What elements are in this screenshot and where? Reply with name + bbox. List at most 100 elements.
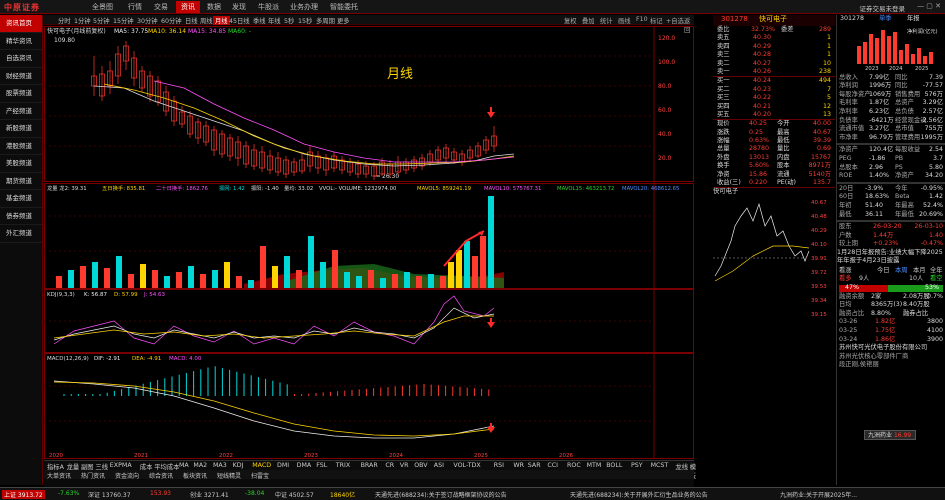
bid-row[interactable]: 买一 40.24 494 [713, 77, 835, 85]
period-tab[interactable]: 15分钟 [113, 16, 134, 25]
ask-row[interactable]: 卖三 40.28 1 [713, 51, 835, 59]
bid-row[interactable]: 买二 40.23 7 [713, 86, 835, 94]
indicator-tab[interactable]: BOLL [606, 462, 622, 469]
f10-button[interactable]: F10 [636, 16, 648, 23]
period-tab[interactable]: 30分钟 [137, 16, 158, 25]
indicator-tab[interactable]: MACD [252, 462, 271, 469]
news-ticker-1[interactable]: 天通先进(688234):关于签订战略框架协议的公告 [375, 490, 507, 499]
sidebar-item-hk[interactable]: 港股频道 [0, 138, 42, 155]
tab-quarter[interactable]: 单季 [879, 15, 892, 24]
sidebar-item-futures[interactable]: 期货频道 [0, 173, 42, 190]
nav-data[interactable]: 数据 [207, 2, 221, 12]
svg-text:80.0: 80.0 [658, 83, 672, 90]
nav-business[interactable]: 业务办理 [290, 2, 318, 12]
indicator-tab[interactable]: BRAR [361, 462, 378, 469]
window-controls[interactable]: — ▢ ✕ [917, 2, 941, 10]
volume-bar [284, 256, 290, 288]
ask-row[interactable]: 卖二 40.27 10 [713, 60, 835, 68]
mark-button[interactable]: 标记 [650, 16, 663, 25]
overlay-button[interactable]: 叠加 [582, 16, 595, 25]
period-tab[interactable]: 季线 [253, 16, 266, 25]
indicator-tab[interactable]: CCI [547, 462, 558, 469]
stats-button[interactable]: 统计 [600, 16, 613, 25]
ask-row[interactable]: 卖四 40.29 1 [713, 43, 835, 51]
indicator-tab[interactable]: DMI [277, 462, 289, 469]
indicator-tab[interactable]: MA [179, 462, 189, 469]
sidebar-item-us[interactable]: 美股频道 [0, 155, 42, 173]
sh-index[interactable]: 上证 3913.72 [2, 490, 45, 499]
period-tab[interactable]: 5分钟 [93, 16, 110, 25]
sidebar-item-finance[interactable]: 财经频道 [0, 68, 42, 85]
period-tab[interactable]: 60分钟 [161, 16, 182, 25]
ask-row[interactable]: 卖一 40.26 238 [713, 68, 835, 76]
kline-svg[interactable]: 快可电子(月线前复权) MA5: 37.75 MA10: 36.14 MA15:… [44, 26, 694, 459]
indicator-tab[interactable]: VOL-TDX [453, 462, 480, 469]
period-tab[interactable]: 周线 [200, 16, 213, 25]
kline-chart-area[interactable]: 快可电子(月线前复权) MA5: 37.75 MA10: 36.14 MA15:… [44, 26, 694, 459]
period-tab[interactable]: 日线 [185, 16, 198, 25]
indicator-tab[interactable]: PSY [631, 462, 643, 469]
sidebar-item-funds[interactable]: 基金频道 [0, 190, 42, 208]
sidebar-item-bonds[interactable]: 债券频道 [0, 208, 42, 225]
period-tab[interactable]: 45日线 [229, 16, 250, 25]
bid-row[interactable]: 买四 40.21 12 [713, 103, 835, 111]
indicator-tab[interactable]: SAR [528, 462, 541, 469]
indicator-tab[interactable]: KDJ [233, 462, 244, 469]
sidebar-item-stocks[interactable]: 股票频道 [0, 85, 42, 103]
tab-annual[interactable]: 年报 [907, 15, 920, 24]
period-tab[interactable]: 分时 [58, 16, 71, 25]
bid-row[interactable]: 买五 40.20 13 [713, 111, 835, 119]
sidebar-item-watchlist-news[interactable]: 自选资讯 [0, 50, 42, 68]
indicator-tab[interactable]: MCST [651, 462, 669, 469]
sidebar-item-news-home[interactable]: 资讯首页 [0, 15, 42, 33]
period-tab[interactable]: 年线 [268, 16, 281, 25]
indicator-tab[interactable]: CR [385, 462, 394, 469]
period-tab[interactable]: 5秒 [284, 16, 294, 25]
report-notice[interactable]: 1月28日年报预告:业绩大幅下降2025年年报于4月23日披露 [837, 249, 945, 267]
bid-row[interactable]: 买三 40.22 5 [713, 94, 835, 102]
sidebar-item-featured[interactable]: 精华资讯 [0, 33, 42, 50]
sidebar-item-industry[interactable]: 产经频道 [0, 103, 42, 120]
nav-discover[interactable]: 发现 [232, 2, 246, 12]
indicator-tab[interactable]: WR [513, 462, 524, 469]
period-tab[interactable]: 更多 [337, 16, 350, 25]
indicator-tab[interactable]: MA3 [213, 462, 227, 469]
svg-text:2024: 2024 [889, 66, 903, 72]
nav-niugupai[interactable]: 牛股派 [258, 2, 279, 12]
nav-smart-order[interactable]: 智能委托 [330, 2, 358, 12]
sz-index[interactable]: 深证 13760.37 [88, 490, 131, 499]
nav-trade[interactable]: 交易 [154, 2, 168, 12]
related-stock-badge[interactable]: 九洲药业 16.99 [864, 430, 916, 440]
indicator-tab[interactable]: MA2 [193, 462, 207, 469]
broker-logo: 中原证券 [4, 3, 40, 12]
period-tab[interactable]: 1分钟 [74, 16, 91, 25]
nav-overview[interactable]: 全景图 [92, 2, 113, 12]
indicator-tab[interactable]: DMA [297, 462, 312, 469]
indicator-tab[interactable]: ROC [567, 462, 581, 469]
sentiment-bar[interactable]: 47% 53% [837, 284, 945, 293]
period-tab[interactable]: 多周期 [316, 16, 335, 25]
indicator-tab[interactable]: VR [400, 462, 409, 469]
indicator-tab[interactable]: MTM [587, 462, 602, 469]
news-ticker-2[interactable]: 天通先进(688234):关于开展外汇衍生品业务的公告 [570, 490, 708, 499]
draw-line-button[interactable]: 画线 [618, 16, 631, 25]
login-status[interactable]: 证券交易未登录 [860, 3, 906, 13]
add-watchlist-button[interactable]: +自选 [666, 16, 684, 25]
news-ticker-3[interactable]: 九洲药业:关于开展2025年... [780, 490, 857, 499]
restore-rights-button[interactable]: 复权 [564, 16, 577, 25]
zz-index[interactable]: 中证 4502.57 [275, 490, 314, 499]
period-tab[interactable]: 15秒 [298, 16, 312, 25]
indicator-tab[interactable]: FSL [316, 462, 327, 469]
nav-market[interactable]: 行情 [128, 2, 142, 12]
period-tab-active[interactable]: 月线 [213, 16, 230, 25]
indicator-tab[interactable]: TRIX [336, 462, 350, 469]
sidebar-item-ipo[interactable]: 新股频道 [0, 120, 42, 138]
nav-news[interactable]: 资讯 [176, 1, 200, 13]
indicator-tab[interactable]: EXPMA [110, 462, 132, 469]
indicator-tab[interactable]: ASI [434, 462, 444, 469]
cy-index[interactable]: 创业 3271.41 [190, 490, 229, 499]
indicator-tab[interactable]: OBV [414, 462, 427, 469]
sidebar-item-forex[interactable]: 外汇频道 [0, 225, 42, 243]
indicator-tab[interactable]: RSI [494, 462, 504, 469]
ask-row[interactable]: 卖五 40.30 1 [713, 34, 835, 42]
